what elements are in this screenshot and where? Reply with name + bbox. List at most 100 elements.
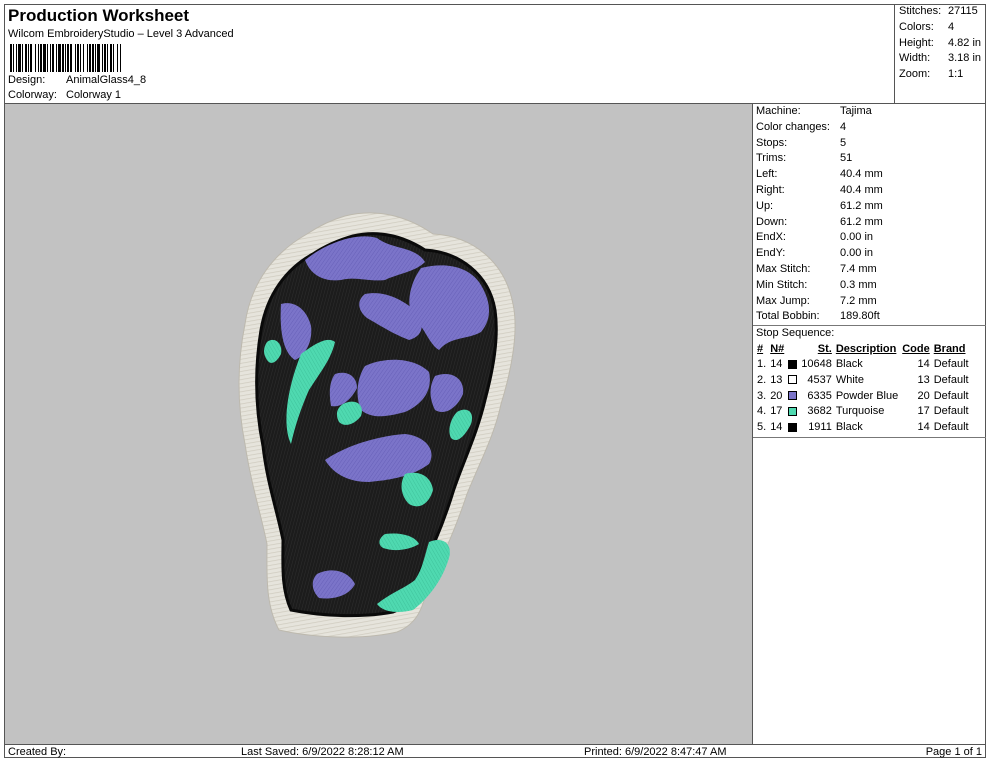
property-row: EndX: 0.00 in <box>753 230 986 246</box>
color-code: 17 <box>917 405 930 418</box>
col-header-description: Description <box>835 342 897 355</box>
color-swatch-cell <box>786 388 799 404</box>
printed-text: Printed: 6/9/2022 8:47:47 AM <box>584 746 727 758</box>
property-row: Min Stitch: 0.3 mm <box>753 278 986 294</box>
table-row: 5. 14 1911 Black 14 Default <box>755 419 971 435</box>
stat-label: Height: <box>899 36 934 49</box>
worksheet-footer: Created By: Last Saved: 6/9/2022 8:28:12… <box>4 744 986 758</box>
stop-sequence-title: Stop Sequence: <box>756 327 835 340</box>
property-label: Max Stitch: <box>756 262 811 275</box>
property-label: Total Bobbin: <box>756 310 820 323</box>
color-brand: Default <box>933 373 969 386</box>
col-header-swatch <box>786 341 799 356</box>
property-label: Right: <box>756 183 785 196</box>
color-code: 20 <box>917 389 930 402</box>
color-swatch <box>788 375 798 385</box>
col-header-code: Code <box>902 342 930 355</box>
property-value: 0.00 in <box>840 231 874 244</box>
color-swatch-cell <box>786 404 799 420</box>
stop-sequence-body: 1. 14 10648 Black 14 Default 2. 13 4537 White 13 De… <box>755 356 971 435</box>
design-label: Design: <box>8 74 46 86</box>
property-label: Stops: <box>756 136 788 149</box>
stitch-count: 6335 <box>807 389 832 402</box>
stat-row: Stitches: 27115 <box>895 4 986 20</box>
property-value: 7.2 mm <box>840 294 877 307</box>
property-label: Trims: <box>756 152 787 165</box>
stat-row: Colors: 4 <box>895 20 986 36</box>
stop-number: 2. <box>757 373 767 386</box>
stat-row: Width: 3.18 in <box>895 51 986 67</box>
property-row: Up: 61.2 mm <box>753 199 986 215</box>
color-description: Black <box>835 421 863 434</box>
property-value: 40.4 mm <box>840 168 883 181</box>
property-value: 7.4 mm <box>840 262 877 275</box>
property-row: Down: 61.2 mm <box>753 215 986 231</box>
property-label: Max Jump: <box>756 294 810 307</box>
properties-list: Machine: Tajima Color changes: 4 Stops: 5 Trim… <box>753 104 986 325</box>
color-brand: Default <box>933 389 969 402</box>
property-label: Machine: <box>756 105 801 117</box>
property-value: 189.80ft <box>840 310 880 323</box>
table-row: 2. 13 4537 White 13 Default <box>755 372 971 388</box>
stat-value: 4.82 in <box>948 36 982 49</box>
stat-label: Stitches: <box>899 5 942 17</box>
property-value: 61.2 mm <box>840 199 883 212</box>
color-code: 14 <box>917 421 930 434</box>
colorway-row: Colorway: Colorway 1 <box>8 89 121 101</box>
color-swatch <box>788 359 798 369</box>
stat-value: 1:1 <box>948 68 964 81</box>
needle-number: 20 <box>770 389 783 402</box>
color-code: 13 <box>917 373 930 386</box>
stat-label: Zoom: <box>899 68 931 81</box>
col-header-n: N# <box>770 342 785 355</box>
design-preview-canvas <box>5 104 752 744</box>
colorway-label: Colorway: <box>8 89 57 101</box>
embroidery-design-image <box>238 212 516 638</box>
property-label: Min Stitch: <box>756 278 808 291</box>
stat-row: Zoom: 1:1 <box>895 67 986 83</box>
property-label: Down: <box>756 215 788 228</box>
design-stats: Stitches: 27115 Colors: 4 Height: 4.82 in W… <box>894 4 986 104</box>
stop-sequence-table: # N# St. Description Code Brand 1. 14 1064… <box>755 341 971 435</box>
property-label: EndX: <box>756 231 786 244</box>
property-row: Color changes: 4 <box>753 120 986 136</box>
stitch-count: 10648 <box>801 358 832 371</box>
color-brand: Default <box>933 358 969 371</box>
property-row: Trims: 51 <box>753 151 986 167</box>
stat-label: Width: <box>899 52 931 65</box>
property-value: 61.2 mm <box>840 215 883 228</box>
page-number: Page 1 of 1 <box>925 746 982 758</box>
needle-number: 13 <box>770 373 783 386</box>
needle-number: 17 <box>770 405 783 418</box>
stitch-count: 1911 <box>808 421 832 434</box>
property-row: EndY: 0.00 in <box>753 246 986 262</box>
property-row: Stops: 5 <box>753 136 986 152</box>
stat-value: 4 <box>948 20 955 33</box>
table-row: 1. 14 10648 Black 14 Default <box>755 356 971 372</box>
stat-value: 27115 <box>948 5 978 17</box>
col-header-brand: Brand <box>933 342 966 355</box>
property-value: 0.3 mm <box>840 278 877 291</box>
color-swatch-cell <box>786 356 799 372</box>
property-label: Left: <box>756 168 778 181</box>
property-value: 0.00 in <box>840 247 874 260</box>
divider <box>753 437 986 439</box>
property-value: 51 <box>840 152 853 165</box>
needle-number: 14 <box>770 421 783 434</box>
stitch-count: 4537 <box>807 373 832 386</box>
color-swatch-cell <box>786 419 799 435</box>
property-label: Color changes: <box>756 120 830 133</box>
worksheet-header: Production Worksheet Wilcom EmbroiderySt… <box>4 4 895 104</box>
stop-number: 1. <box>757 358 767 371</box>
barcode <box>10 44 215 72</box>
created-by-label: Created By: <box>8 746 67 758</box>
stitch-count: 3682 <box>807 405 832 418</box>
table-row: 3. 20 6335 Powder Blue 20 Default <box>755 388 971 404</box>
color-description: Turquoise <box>835 405 885 418</box>
color-swatch <box>788 422 798 432</box>
design-row: Design: AnimalGlass4_8 <box>8 74 146 86</box>
property-row: Right: 40.4 mm <box>753 183 986 199</box>
color-brand: Default <box>933 405 969 418</box>
color-description: White <box>835 373 864 386</box>
color-description: Black <box>835 358 863 371</box>
